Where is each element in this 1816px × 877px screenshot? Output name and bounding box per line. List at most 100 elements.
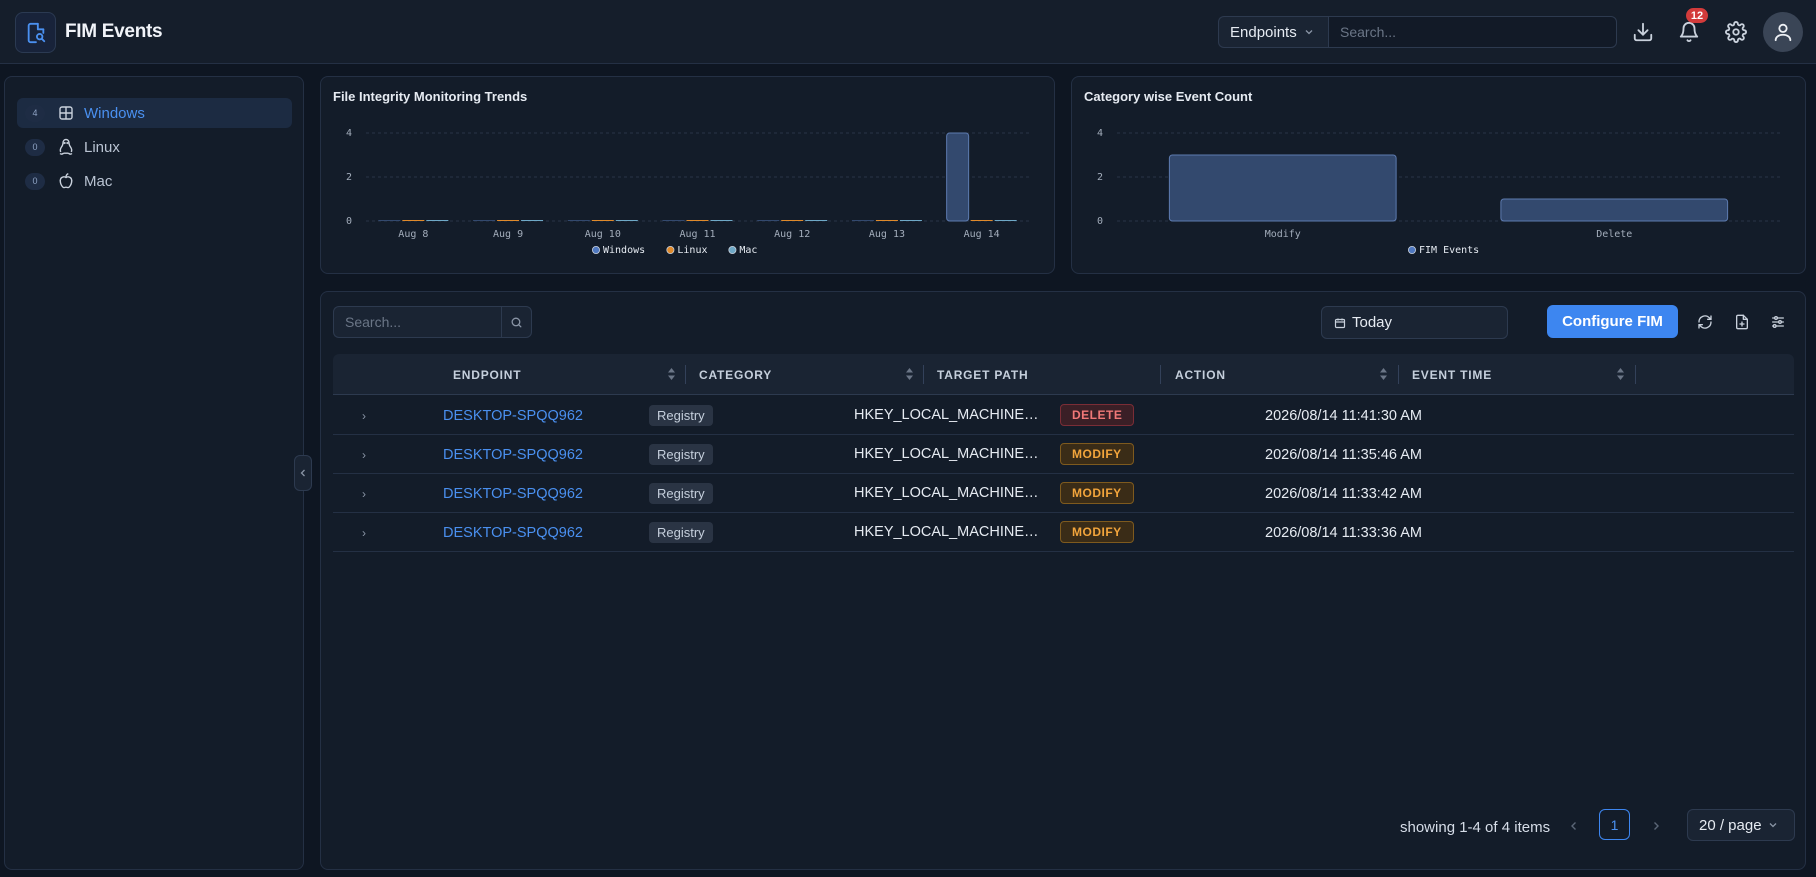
bar-windows — [757, 220, 780, 221]
sidebar-item-linux[interactable]: 0 Linux — [17, 132, 292, 162]
x-tick-label: Aug 8 — [398, 229, 428, 240]
x-tick-label: Aug 11 — [679, 229, 715, 240]
fim-trends-chart: 0 2 4 Aug 8 Aug 9 Aug 10 Aug 11 Aug 12 Aug 13 Aug… — [346, 128, 1029, 256]
category-tag: Registry — [649, 444, 713, 465]
bar-mac — [994, 220, 1017, 221]
category-tag: Registry — [649, 405, 713, 426]
legend-label: FIM Events — [1419, 245, 1479, 256]
legend-marker — [591, 245, 600, 254]
windows-icon — [57, 104, 75, 122]
legend-label: Windows — [603, 245, 645, 256]
download-icon[interactable] — [1631, 20, 1655, 44]
column-divider — [1398, 365, 1399, 384]
legend-label: Mac — [739, 245, 757, 256]
table-row[interactable]: › DESKTOP-SPQQ962 Registry HKEY_LOCAL_MA… — [333, 435, 1794, 474]
target-path: HKEY_LOCAL_MACHINE\SOFTWARE — [854, 524, 1042, 540]
table-search-input[interactable] — [333, 306, 501, 338]
column-header-target-path: TARGET PATH — [937, 367, 1029, 382]
expand-row-icon[interactable]: › — [362, 474, 366, 513]
sort-icon[interactable] — [1616, 366, 1625, 382]
event-time: 2026/08/14 11:35:46 AM — [1265, 446, 1422, 463]
sidebar-item-windows[interactable]: 4 Windows — [17, 98, 292, 128]
event-time: 2026/08/14 11:33:36 AM — [1265, 524, 1422, 541]
sidebar-item-label: Mac — [84, 172, 113, 190]
bar-mac — [615, 220, 638, 221]
scope-dropdown[interactable]: Endpoints — [1218, 16, 1328, 48]
column-header-category[interactable]: CATEGORY — [699, 354, 772, 395]
page-size-select[interactable]: 20 / page — [1687, 809, 1795, 841]
y-tick-label: 4 — [346, 128, 352, 139]
bell-icon[interactable] — [1677, 20, 1701, 44]
column-header-action[interactable]: ACTION — [1175, 354, 1226, 395]
gear-icon[interactable] — [1724, 20, 1748, 44]
sidebar-item-label: Linux — [84, 138, 120, 156]
column-settings-icon[interactable] — [1768, 312, 1788, 332]
export-file-icon[interactable] — [1732, 312, 1752, 332]
y-tick-label: 2 — [1097, 172, 1103, 183]
bar-windows — [946, 132, 970, 222]
legend-marker — [1407, 245, 1416, 254]
bar-windows — [567, 220, 590, 221]
endpoint-link[interactable]: DESKTOP-SPQQ962 — [443, 396, 583, 435]
expand-row-icon[interactable]: › — [362, 396, 366, 435]
global-search-input[interactable] — [1328, 16, 1617, 48]
target-path: HKEY_LOCAL_MACHINE\SOFTWARE — [854, 407, 1042, 423]
os-sidebar: 4 Windows 0 Linux 0 Mac — [4, 76, 304, 870]
file-search-icon — [15, 12, 56, 53]
prev-page-icon[interactable] — [1569, 819, 1579, 835]
y-tick-label: 0 — [1097, 216, 1103, 227]
x-tick-label: Aug 9 — [493, 229, 523, 240]
bar-windows — [378, 220, 401, 221]
x-tick-label: Aug 13 — [869, 229, 905, 240]
column-divider — [923, 365, 924, 384]
apple-icon — [57, 172, 75, 190]
category-tag: Registry — [649, 483, 713, 504]
search-icon[interactable] — [501, 306, 532, 338]
events-table-card: Today Configure FIM ENDPOINT CATEGORY TA… — [320, 291, 1806, 870]
sort-icon[interactable] — [905, 366, 914, 382]
sidebar-item-mac[interactable]: 0 Mac — [17, 166, 292, 196]
action-tag: MODIFY — [1060, 482, 1134, 504]
pagination-summary: showing 1-4 of 4 items — [1400, 819, 1551, 836]
column-header-event-time[interactable]: EVENT TIME — [1412, 354, 1492, 395]
date-range-picker[interactable]: Today — [1321, 306, 1508, 339]
legend-marker — [728, 245, 737, 254]
table-row[interactable]: › DESKTOP-SPQQ962 Registry HKEY_LOCAL_MA… — [333, 513, 1794, 552]
endpoint-link[interactable]: DESKTOP-SPQQ962 — [443, 435, 583, 474]
expand-row-icon[interactable]: › — [362, 435, 366, 474]
bar-mac — [899, 220, 922, 221]
table-header: ENDPOINT CATEGORY TARGET PATH ACTION EVE… — [333, 354, 1794, 395]
category-count-chart: 0 2 4 Modify Delete FIM Events — [1097, 128, 1780, 256]
top-header: FIM Events Endpoints 12 — [0, 0, 1816, 64]
column-divider — [685, 365, 686, 384]
next-page-icon[interactable] — [1651, 819, 1661, 835]
endpoint-link[interactable]: DESKTOP-SPQQ962 — [443, 474, 583, 513]
bar-fim-events — [1168, 154, 1397, 222]
table-row[interactable]: › DESKTOP-SPQQ962 Registry HKEY_LOCAL_MA… — [333, 474, 1794, 513]
bar-linux — [781, 220, 804, 221]
bar-linux — [875, 220, 898, 221]
bar-windows — [473, 220, 496, 221]
linux-icon — [57, 138, 75, 156]
sort-icon[interactable] — [1379, 366, 1388, 382]
column-header-endpoint[interactable]: ENDPOINT — [453, 354, 521, 395]
notification-badge: 12 — [1686, 8, 1708, 23]
column-divider — [1635, 365, 1636, 384]
expand-row-icon[interactable]: › — [362, 513, 366, 552]
event-time: 2026/08/14 11:41:30 AM — [1265, 407, 1422, 424]
action-tag: DELETE — [1060, 404, 1135, 426]
bar-linux — [686, 220, 709, 221]
page-button[interactable]: 1 — [1599, 809, 1630, 840]
refresh-icon[interactable] — [1695, 312, 1715, 332]
table-row[interactable]: › DESKTOP-SPQQ962 Registry HKEY_LOCAL_MA… — [333, 396, 1794, 435]
user-avatar[interactable] — [1763, 12, 1803, 52]
y-tick-label: 0 — [346, 216, 352, 227]
x-tick-label: Aug 12 — [774, 229, 810, 240]
bar-mac — [521, 220, 544, 221]
configure-fim-button[interactable]: Configure FIM — [1547, 305, 1678, 338]
bar-windows — [851, 220, 874, 221]
endpoint-link[interactable]: DESKTOP-SPQQ962 — [443, 513, 583, 552]
collapse-sidebar-button[interactable] — [294, 455, 312, 491]
chevron-down-icon — [1304, 24, 1314, 41]
sort-icon[interactable] — [667, 366, 676, 382]
